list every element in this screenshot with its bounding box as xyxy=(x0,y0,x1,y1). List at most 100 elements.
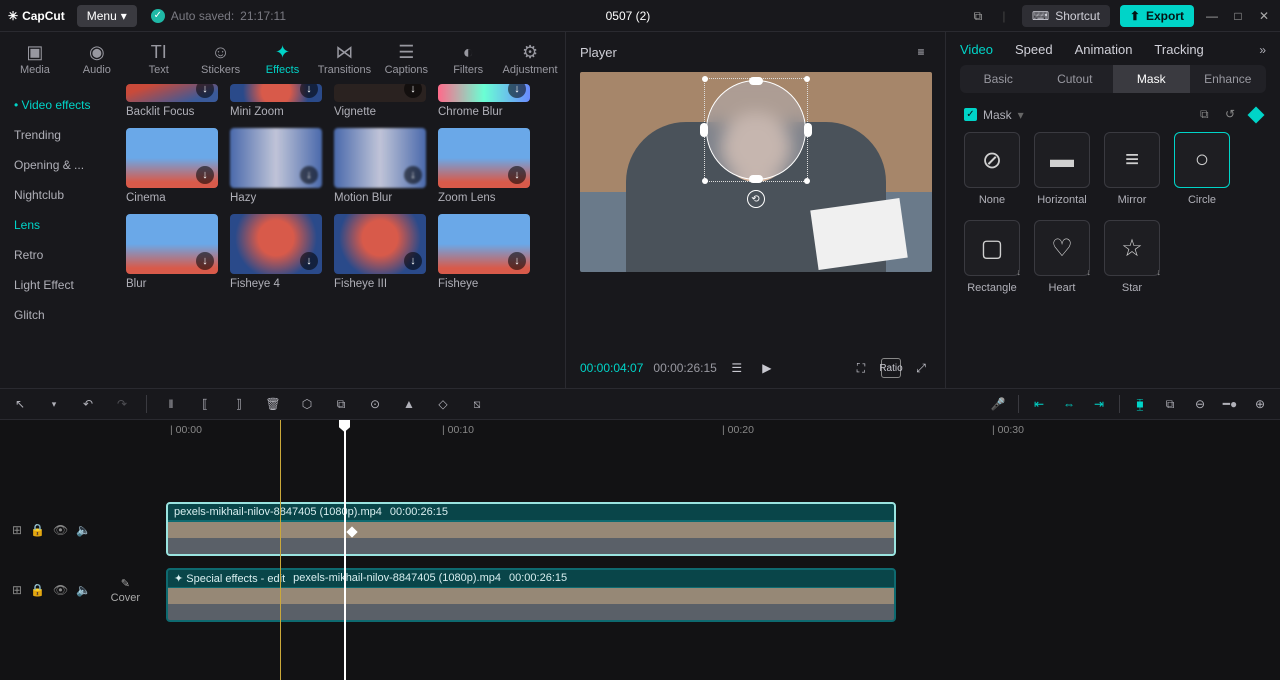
scan-icon[interactable]: ⛶ xyxy=(851,358,871,378)
maximize-button[interactable]: □ xyxy=(1230,8,1246,24)
mask-corner-br[interactable] xyxy=(804,178,810,184)
prop-sub-mask[interactable]: Mask xyxy=(1113,65,1190,93)
media-tab-stickers[interactable]: ☺Stickers xyxy=(190,38,252,82)
cover-button[interactable]: ✎ Cover xyxy=(111,577,140,604)
magnet-prev-icon[interactable]: ⇤ xyxy=(1029,394,1049,414)
download-icon[interactable]: ↓ xyxy=(300,84,318,98)
mask-shape-none[interactable]: ⊘None xyxy=(964,132,1020,206)
track-mute-icon[interactable]: 🔈 xyxy=(76,523,91,537)
download-icon[interactable]: ↓ xyxy=(196,166,214,184)
delete-tool[interactable]: 🗑 xyxy=(263,394,283,414)
in-point-marker[interactable] xyxy=(280,420,281,680)
download-icon[interactable]: ↓ xyxy=(300,252,318,270)
select-dropdown[interactable]: ▾ xyxy=(44,394,64,414)
mask-handle-right[interactable] xyxy=(804,123,812,137)
keyframe-icon[interactable] xyxy=(1248,106,1265,123)
clip-2[interactable]: ✦ Special effects - edit pexels-mikhail-… xyxy=(166,568,896,622)
category-trending[interactable]: Trending xyxy=(0,120,118,150)
mask-shape-rectangle[interactable]: ▢Rectangle xyxy=(964,220,1020,294)
clip-1[interactable]: pexels-mikhail-nilov-8847405 (1080p).mp4… xyxy=(166,502,896,556)
effect-fisheye[interactable]: ↓Fisheye xyxy=(438,214,530,296)
media-tab-effects[interactable]: ✦Effects xyxy=(252,38,314,82)
mask-overlay[interactable]: ⟲ xyxy=(706,80,806,180)
effect-zoom-lens[interactable]: ↓Zoom Lens xyxy=(438,128,530,210)
track-add-icon[interactable]: ⊞ xyxy=(12,523,22,537)
mask-shape-mirror[interactable]: ≡Mirror xyxy=(1104,132,1160,206)
mask-shape-horizontal[interactable]: ▬Horizontal xyxy=(1034,132,1090,206)
effect-fisheye-iii[interactable]: ↓Fisheye III xyxy=(334,214,426,296)
speed-tool[interactable]: ⊙ xyxy=(365,394,385,414)
mask-corner-bl[interactable] xyxy=(702,178,708,184)
track-lock-icon[interactable]: 🔒 xyxy=(30,583,45,597)
minimize-button[interactable]: — xyxy=(1204,8,1220,24)
player-menu-icon[interactable]: ≡ xyxy=(911,42,931,62)
snap-icon[interactable]: ⧯ xyxy=(1130,394,1150,414)
track-add-icon[interactable]: ⊞ xyxy=(12,583,22,597)
mask-handle-top[interactable] xyxy=(749,77,763,85)
track-lock-icon[interactable]: 🔒 xyxy=(30,523,45,537)
duplicate-tool[interactable]: ⧉ xyxy=(331,394,351,414)
download-icon[interactable]: ↓ xyxy=(196,252,214,270)
prop-sub-basic[interactable]: Basic xyxy=(960,65,1037,93)
close-button[interactable]: ✕ xyxy=(1256,8,1272,24)
media-tab-filters[interactable]: ◐Filters xyxy=(437,38,499,82)
download-icon[interactable]: ↓ xyxy=(404,252,422,270)
mic-icon[interactable]: 🎤 xyxy=(988,394,1008,414)
split-tool[interactable]: ‖ xyxy=(161,394,181,414)
shortcut-button[interactable]: ⌨ Shortcut xyxy=(1022,5,1110,27)
download-icon[interactable]: ↓ xyxy=(404,84,422,98)
more-tabs-icon[interactable]: » xyxy=(1259,43,1266,57)
media-tab-text[interactable]: TIText xyxy=(128,38,190,82)
mask-corner-tr[interactable] xyxy=(804,76,810,82)
mirror-tool[interactable]: ▲ xyxy=(399,394,419,414)
download-icon[interactable]: ↓ xyxy=(404,166,422,184)
playhead[interactable] xyxy=(344,420,346,680)
prop-sub-cutout[interactable]: Cutout xyxy=(1037,65,1114,93)
time-ruler[interactable]: | 00:00| 00:10| 00:20| 00:30 xyxy=(162,420,1280,442)
category-lens[interactable]: Lens xyxy=(0,210,118,240)
media-tab-media[interactable]: ▣Media xyxy=(4,38,66,82)
magnet-center-icon[interactable]: ⇔ xyxy=(1059,394,1079,414)
effect-mini-zoom[interactable]: ↓Mini Zoom xyxy=(230,84,322,124)
redo-button[interactable]: ↷ xyxy=(112,394,132,414)
zoom-in-icon[interactable]: ⊕ xyxy=(1250,394,1270,414)
magnet-next-icon[interactable]: ⇥ xyxy=(1089,394,1109,414)
category-video-effects[interactable]: • Video effects xyxy=(0,90,118,120)
effect-motion-blur[interactable]: ↓Motion Blur xyxy=(334,128,426,210)
export-button[interactable]: ⬆ Export xyxy=(1120,5,1194,27)
category-opening-[interactable]: Opening & ... xyxy=(0,150,118,180)
mask-shape-star[interactable]: ☆Star xyxy=(1104,220,1160,294)
mask-rotate-handle[interactable]: ⟲ xyxy=(747,190,765,208)
effect-fisheye-4[interactable]: ↓Fisheye 4 xyxy=(230,214,322,296)
select-tool[interactable]: ↖ xyxy=(10,394,30,414)
layout-icon[interactable]: ⧉ xyxy=(970,8,986,24)
track-visible-icon[interactable]: 👁 xyxy=(53,583,68,597)
reset-icon[interactable]: ↺ xyxy=(1225,107,1240,122)
media-tab-adjustment[interactable]: ⚙Adjustment xyxy=(499,38,561,82)
prop-tab-video[interactable]: Video xyxy=(960,42,993,57)
media-tab-audio[interactable]: ◉Audio xyxy=(66,38,128,82)
zoom-slider[interactable]: ━● xyxy=(1220,394,1240,414)
list-icon[interactable]: ☰ xyxy=(727,358,747,378)
prop-tab-speed[interactable]: Speed xyxy=(1015,42,1053,57)
effect-vignette[interactable]: ↓Vignette xyxy=(334,84,426,124)
prop-tab-animation[interactable]: Animation xyxy=(1075,42,1133,57)
category-glitch[interactable]: Glitch xyxy=(0,300,118,330)
media-tab-captions[interactable]: ☰Captions xyxy=(375,38,437,82)
undo-button[interactable]: ↶ xyxy=(78,394,98,414)
expand-icon[interactable]: ⧉ xyxy=(1200,107,1215,122)
ratio-button[interactable]: Ratio xyxy=(881,358,901,378)
marker-tool[interactable]: ⬡ xyxy=(297,394,317,414)
trim-right-tool[interactable]: ⟧ xyxy=(229,394,249,414)
mask-corner-tl[interactable] xyxy=(702,76,708,82)
effects-grid[interactable]: ↓Backlit Focus↓Mini Zoom↓Vignette↓Chrome… xyxy=(118,84,565,388)
effect-cinema[interactable]: ↓Cinema xyxy=(126,128,218,210)
category-nightclub[interactable]: Nightclub xyxy=(0,180,118,210)
effect-backlit-focus[interactable]: ↓Backlit Focus xyxy=(126,84,218,124)
prop-tab-tracking[interactable]: Tracking xyxy=(1154,42,1203,57)
mask-handle-left[interactable] xyxy=(700,123,708,137)
effect-hazy[interactable]: ↓Hazy xyxy=(230,128,322,210)
mask-circle[interactable] xyxy=(706,80,806,180)
download-icon[interactable]: ↓ xyxy=(300,166,318,184)
trim-left-tool[interactable]: ⟦ xyxy=(195,394,215,414)
